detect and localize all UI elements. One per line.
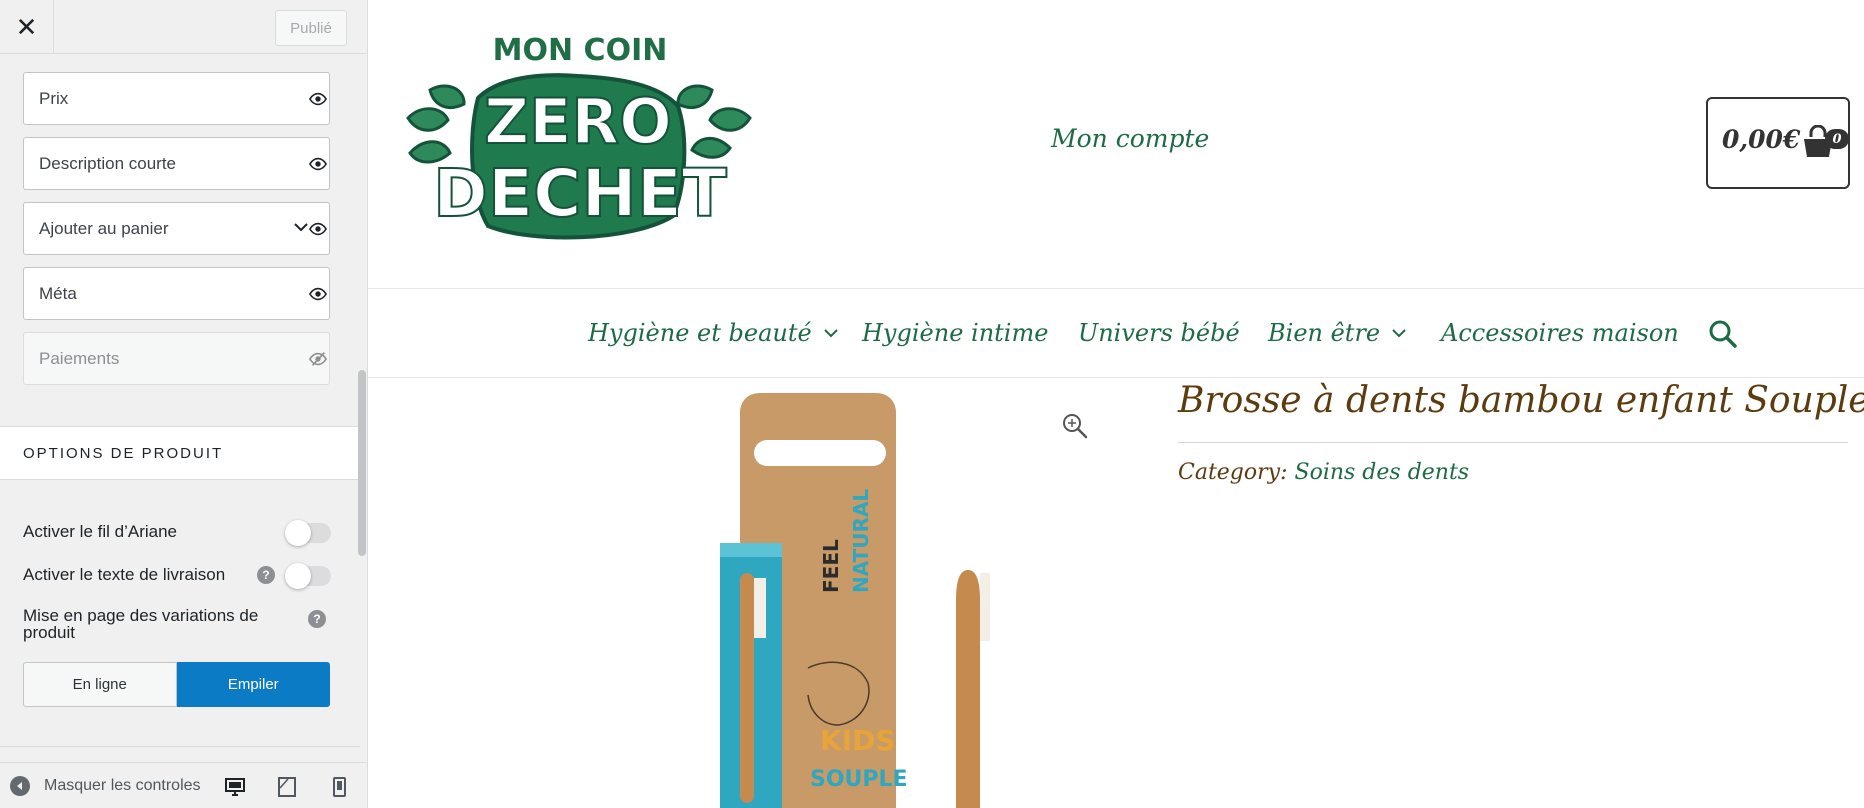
chevron-down-icon (823, 329, 838, 338)
help-icon[interactable]: ? (308, 610, 326, 628)
mobile-icon[interactable] (328, 776, 350, 798)
help-icon[interactable]: ? (257, 566, 275, 584)
logo-text-middle: ZERO (484, 85, 672, 158)
product-title: Brosse à dents bambou enfant Souple (1178, 380, 1864, 421)
shipping-text-toggle[interactable] (285, 563, 331, 589)
variation-layout-label: Mise en page des variations de produit (23, 606, 259, 642)
shipping-text-toggle-row: Activer le texte de livraison ? (23, 561, 331, 589)
nav-item-hygiene-intime[interactable]: Hygiène intime (862, 319, 1048, 347)
category-link[interactable]: Soins des dents (1295, 460, 1470, 485)
element-label: Méta (39, 283, 77, 303)
product-image[interactable]: FEEL NATURAL KIDS SOUPLE (568, 378, 1088, 808)
my-account-link[interactable]: Mon compte (1051, 124, 1209, 153)
logo-text-top: MON COIN (493, 33, 668, 68)
divider (1178, 442, 1848, 443)
close-button[interactable]: ✕ (0, 0, 54, 54)
zoom-icon[interactable] (1061, 412, 1089, 440)
element-item-short-description[interactable]: Description courte (23, 137, 330, 190)
nav-item-accessoires-maison[interactable]: Accessoires maison (1441, 319, 1679, 347)
cart-button[interactable]: 0,00€ 0 (1706, 97, 1850, 189)
nav-item-univers-bebe[interactable]: Univers bébé (1078, 319, 1240, 347)
category-label: Category: (1178, 460, 1288, 485)
customizer-footer: Masquer les controles (0, 762, 367, 808)
eye-icon[interactable] (309, 220, 327, 238)
desktop-icon[interactable] (224, 776, 246, 798)
tablet-icon[interactable] (276, 776, 298, 798)
chevron-down-icon[interactable] (293, 219, 309, 235)
nav-item-hygiene-beaute[interactable]: Hygiène et beauté (588, 319, 840, 347)
cart-total: 0,00€ (1722, 125, 1801, 154)
customizer-sidebar: Prix Description courte Ajouter au panie… (0, 0, 368, 808)
toggle-knob (285, 520, 311, 546)
chevron-down-icon (1392, 329, 1406, 338)
site-preview: MON COIN ZERO DECHET Mon compte 0,00€ 0 … (368, 0, 1864, 808)
toggle-label: Activer le texte de livraison (23, 565, 226, 584)
search-icon[interactable] (1708, 319, 1738, 349)
cart-count-badge: 0 (1825, 129, 1849, 149)
packaging-text-souple: SOUPLE (810, 767, 908, 792)
variation-layout-selector: En ligne Empiler (23, 662, 330, 707)
element-item-add-to-cart[interactable]: Ajouter au panier (23, 202, 330, 255)
section-title-product-options: OPTIONS DE PRODUIT (0, 426, 360, 480)
toggle-label: Activer le fil d’Ariane (23, 522, 178, 541)
divider (0, 746, 360, 747)
element-item-meta[interactable]: Méta (23, 267, 330, 320)
element-label: Description courte (39, 153, 177, 173)
sidebar-scrollbar[interactable] (358, 370, 366, 556)
publish-button[interactable]: Publié (275, 10, 347, 46)
element-label: Paiements (39, 348, 120, 368)
nav-label: Hygiène et beauté (588, 319, 812, 347)
nav-item-bien-etre[interactable]: Bien être (1268, 319, 1408, 347)
packaging-text-feel: FEEL (819, 539, 843, 593)
toggle-knob (285, 563, 311, 589)
layout-inline-button[interactable]: En ligne (23, 662, 177, 707)
eye-icon[interactable] (309, 90, 327, 108)
customizer-header: ✕ Publié (0, 0, 367, 54)
eye-icon[interactable] (309, 285, 327, 303)
nav-label: Univers bébé (1078, 319, 1240, 347)
element-item-payments[interactable]: Paiements (23, 332, 330, 385)
nav-label: Bien être (1268, 319, 1381, 347)
eye-slash-icon[interactable] (309, 350, 327, 368)
main-navigation: Hygiène et beauté Hygiène intime Univers… (368, 288, 1864, 378)
collapse-sidebar-button[interactable]: Masquer les controles (10, 775, 201, 797)
nav-label: Accessoires maison (1441, 319, 1679, 347)
eye-icon[interactable] (309, 155, 327, 173)
breadcrumb-toggle-row: Activer le fil d’Ariane (23, 518, 331, 546)
packaging-text-natural: NATURAL (849, 489, 873, 593)
packaging-text-kids: KIDS (820, 724, 896, 757)
nav-label: Hygiène intime (862, 319, 1049, 347)
layout-stack-button[interactable]: Empiler (176, 662, 330, 707)
site-logo[interactable]: MON COIN ZERO DECHET (400, 28, 760, 253)
customizer-controls: Prix Description courte Ajouter au panie… (0, 0, 360, 808)
element-label: Ajouter au panier (39, 218, 169, 238)
element-item-price[interactable]: Prix (23, 72, 330, 125)
breadcrumb-toggle[interactable] (285, 520, 331, 546)
product-meta: Category: Soins des dents (1178, 460, 1469, 485)
logo-text-bottom: DECHET (433, 155, 727, 232)
element-label: Prix (39, 88, 69, 108)
collapse-icon (10, 776, 30, 796)
collapse-label: Masquer les controles (44, 777, 201, 794)
